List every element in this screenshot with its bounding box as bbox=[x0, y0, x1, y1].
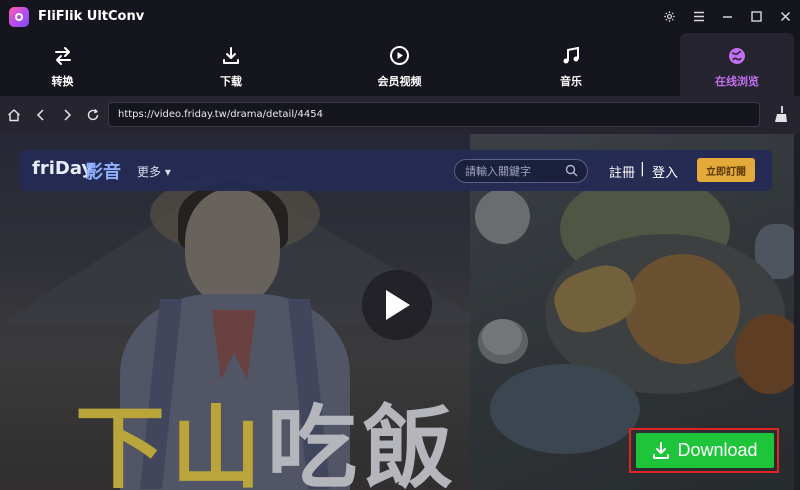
app-window: FliFlik UltConv 转换 下载 会员视频 音乐 在线浏览 https… bbox=[0, 0, 800, 490]
caret-down-icon: ▾ bbox=[164, 165, 171, 179]
web-view[interactable]: 下 山 吃 飯 friDay 影音 更多 ▾ 請輸入關鍵字 註冊 | 登入 立即… bbox=[0, 134, 800, 490]
convert-icon bbox=[53, 40, 73, 66]
refresh-icon[interactable] bbox=[81, 103, 105, 127]
play-icon bbox=[386, 290, 410, 320]
site-logo[interactable]: friDay bbox=[32, 158, 93, 179]
menu-icon[interactable] bbox=[684, 0, 713, 33]
title-bar: FliFlik UltConv bbox=[0, 0, 800, 33]
app-title: FliFlik UltConv bbox=[38, 9, 145, 24]
web-view-scrollbar[interactable] bbox=[794, 134, 800, 490]
maximize-icon[interactable] bbox=[742, 0, 771, 33]
back-arrow-icon[interactable] bbox=[29, 103, 53, 127]
tab-music[interactable]: 音乐 bbox=[462, 33, 680, 96]
play-button[interactable] bbox=[362, 270, 432, 340]
tab-download[interactable]: 下载 bbox=[125, 33, 337, 96]
search-icon[interactable] bbox=[565, 164, 578, 180]
app-logo-icon bbox=[9, 6, 29, 27]
download-button[interactable]: Download bbox=[636, 433, 774, 468]
forward-arrow-icon[interactable] bbox=[55, 103, 79, 127]
music-icon bbox=[561, 40, 581, 66]
subscribe-button[interactable]: 立即訂閱 bbox=[697, 158, 755, 182]
close-icon[interactable] bbox=[771, 0, 800, 33]
tab-member-video[interactable]: 会员视频 bbox=[337, 33, 462, 96]
drama-title-artwork: 下 山 吃 飯 bbox=[75, 396, 453, 490]
login-link[interactable]: 登入 bbox=[652, 162, 678, 181]
download-icon bbox=[652, 441, 670, 460]
clear-cache-broom-icon[interactable] bbox=[774, 105, 788, 127]
site-header: friDay 影音 更多 ▾ 請輸入關鍵字 註冊 | 登入 立即訂閱 bbox=[19, 150, 772, 191]
browser-toolbar: https://video.friday.tw/drama/detail/445… bbox=[0, 96, 800, 134]
play-circle-icon bbox=[389, 40, 410, 66]
settings-gear-icon[interactable] bbox=[655, 0, 684, 33]
header-separator: | bbox=[640, 161, 645, 177]
window-controls bbox=[655, 0, 800, 33]
tab-online-browse[interactable]: 在线浏览 bbox=[680, 33, 794, 96]
register-link[interactable]: 註冊 bbox=[609, 162, 635, 181]
site-search-input[interactable]: 請輸入關鍵字 bbox=[454, 159, 588, 183]
home-icon[interactable] bbox=[2, 103, 26, 127]
globe-icon bbox=[727, 40, 747, 66]
download-icon bbox=[221, 40, 241, 66]
url-input[interactable]: https://video.friday.tw/drama/detail/445… bbox=[108, 102, 760, 127]
site-logo-sub[interactable]: 影音 bbox=[85, 158, 121, 184]
more-menu[interactable]: 更多 ▾ bbox=[137, 163, 171, 180]
minimize-icon[interactable] bbox=[713, 0, 742, 33]
tab-convert[interactable]: 转换 bbox=[0, 33, 125, 96]
main-tab-bar: 转换 下载 会员视频 音乐 在线浏览 bbox=[0, 33, 800, 96]
